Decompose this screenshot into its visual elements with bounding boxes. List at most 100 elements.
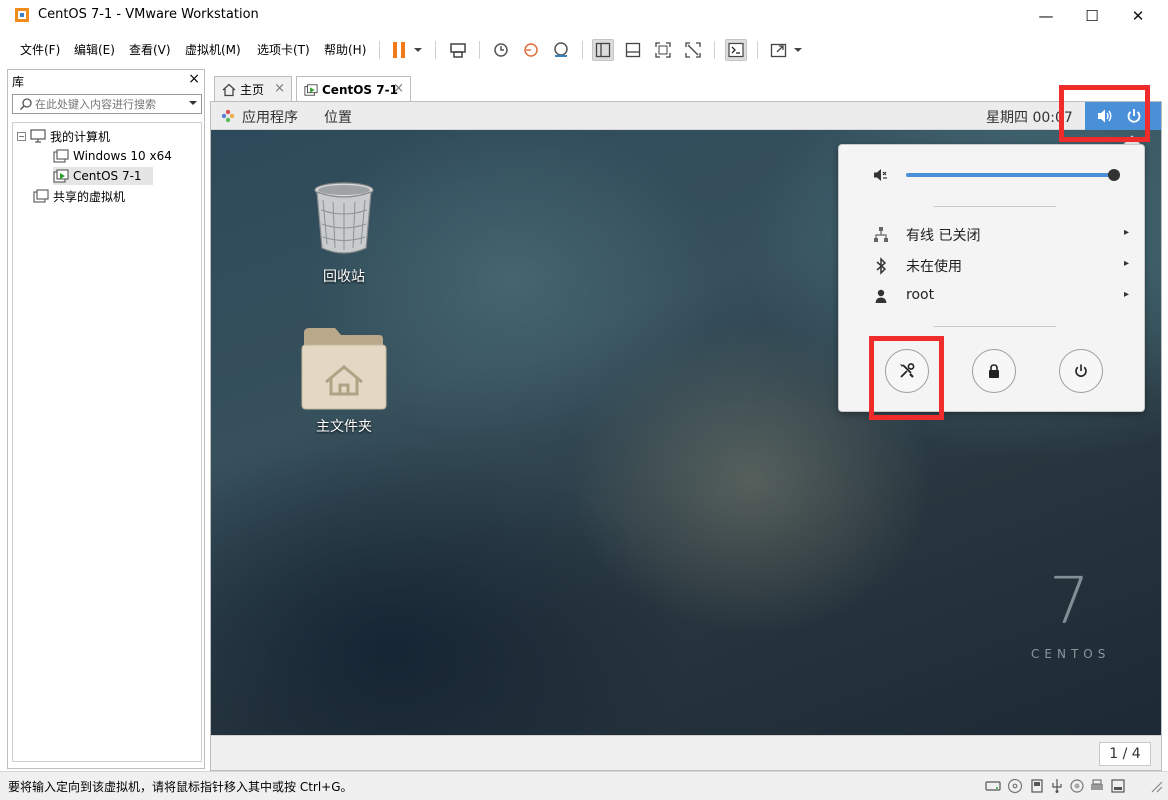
places-menu[interactable]: 位置 — [324, 107, 352, 127]
menu-vm[interactable]: 虚拟机(M) — [185, 41, 241, 58]
tab-strip: 主页 × CentOS 7-1 × — [211, 72, 1161, 102]
library-close-icon[interactable]: × — [188, 71, 200, 87]
user-icon — [875, 289, 887, 303]
vmware-logo-icon — [15, 8, 29, 22]
desktop-icon-trash[interactable]: 回收站 — [289, 180, 399, 290]
revert-snapshot-icon[interactable] — [520, 39, 542, 61]
submenu-arrow-icon: ▸ — [1123, 258, 1129, 269]
tree-label-centos-vm: CentOS 7-1 — [73, 169, 142, 183]
pause-icon[interactable] — [388, 39, 410, 61]
user-item[interactable]: root ▸ — [869, 285, 1129, 309]
home-icon — [222, 83, 236, 96]
printer-icon[interactable] — [1089, 778, 1105, 794]
menu-tabs[interactable]: 选项卡(T) — [257, 41, 310, 58]
bluetooth-icon — [876, 257, 887, 275]
home-folder-icon — [301, 328, 387, 410]
tree-item-windows-vm[interactable]: Windows 10 x64 — [53, 147, 193, 165]
tree-item-shared-vms[interactable]: 共享的虚拟机 — [33, 187, 193, 205]
wired-network-item[interactable]: 有线 已关闭 ▸ — [869, 223, 1129, 247]
user-label: root — [906, 287, 935, 303]
tab-centos[interactable]: CentOS 7-1 × — [296, 76, 411, 102]
library-title: 库 — [12, 75, 25, 89]
highlight-status-area — [1059, 85, 1150, 142]
cd-dvd-icon[interactable] — [1007, 778, 1023, 794]
trash-icon — [314, 182, 374, 254]
popup-separator — [934, 326, 1056, 327]
library-header: 库 × — [8, 70, 204, 92]
status-message: 要将输入定向到该虚拟机，请将鼠标指针移入其中或按 Ctrl+G。 — [8, 780, 353, 794]
gnome-top-bar: 应用程序 位置 星期四 00:07 — [211, 102, 1161, 130]
power-off-button[interactable] — [1059, 349, 1103, 393]
collapse-icon[interactable]: − — [17, 131, 26, 141]
tab-home[interactable]: 主页 × — [214, 76, 292, 102]
show-library-icon[interactable] — [592, 39, 614, 61]
bluetooth-item[interactable]: 未在使用 ▸ — [869, 254, 1129, 278]
applications-menu[interactable]: 应用程序 — [242, 107, 298, 127]
library-panel: 库 × − 我的计算机 Windows 10 x64 CentOS 7-1 共享… — [7, 69, 205, 769]
usb-icon[interactable] — [1049, 778, 1065, 794]
snapshot-icon[interactable] — [490, 39, 512, 61]
workspace-indicator[interactable]: 1 / 4 — [1099, 742, 1151, 766]
trash-label: 回收站 — [323, 269, 365, 285]
close-button[interactable]: ✕ — [1115, 0, 1161, 31]
menu-view[interactable]: 查看(V) — [129, 41, 171, 58]
library-search[interactable] — [12, 94, 202, 114]
pause-dropdown-icon[interactable] — [411, 39, 425, 61]
toolbar-separator — [379, 41, 380, 59]
desktop-icon-home[interactable]: 主文件夹 — [289, 325, 399, 440]
tab-centos-label: CentOS 7-1 — [322, 82, 398, 97]
shared-vm-icon — [33, 189, 49, 203]
volume-slider[interactable] — [906, 169, 1120, 181]
workspace-indicator-text: 1 / 4 — [1109, 746, 1141, 762]
minimize-icon: — — [1038, 6, 1054, 25]
resize-grip-icon[interactable] — [1148, 778, 1164, 794]
volume-muted-icon — [874, 169, 887, 181]
tree-label-windows-vm: Windows 10 x64 — [73, 149, 172, 163]
wired-network-label: 有线 已关闭 — [906, 228, 981, 244]
lock-button[interactable] — [972, 349, 1016, 393]
tree-item-my-computer[interactable]: − 我的计算机 — [13, 127, 199, 145]
menu-file[interactable]: 文件(F) — [20, 41, 60, 58]
stretch-guest-icon[interactable] — [768, 39, 790, 61]
toolbar-separator — [479, 41, 480, 59]
centos-version-mark: 7 — [1049, 565, 1090, 639]
hard-disk-icon[interactable] — [985, 778, 1001, 794]
window-titlebar: CentOS 7-1 - VMware Workstation — ☐ ✕ — [0, 0, 1168, 31]
sound-card-icon[interactable] — [1069, 778, 1085, 794]
minimize-button[interactable]: — — [1023, 0, 1069, 31]
toolbar-separator — [757, 41, 758, 59]
submenu-arrow-icon: ▸ — [1123, 289, 1129, 300]
running-vm-icon — [304, 83, 318, 96]
window-title: CentOS 7-1 - VMware Workstation — [38, 7, 259, 22]
maximize-button[interactable]: ☐ — [1069, 0, 1115, 31]
send-ctrl-alt-del-icon[interactable] — [447, 39, 469, 61]
library-search-input[interactable] — [35, 96, 183, 112]
library-tree: − 我的计算机 Windows 10 x64 CentOS 7-1 共享的虚拟机 — [12, 122, 202, 762]
snapshot-manager-icon[interactable] — [550, 39, 572, 61]
vm-icon — [53, 149, 69, 163]
unity-mode-icon[interactable] — [682, 39, 704, 61]
display-icon[interactable] — [1110, 778, 1126, 794]
tree-item-centos-vm[interactable]: CentOS 7-1 — [53, 167, 153, 185]
gnome-foot-icon — [221, 109, 235, 123]
computer-icon — [30, 129, 46, 143]
submenu-arrow-icon: ▸ — [1123, 227, 1129, 238]
guest-bottom-bar: 1 / 4 — [211, 735, 1161, 770]
menu-toolbar: 文件(F) 编辑(E) 查看(V) 虚拟机(M) 选项卡(T) 帮助(H) — [0, 31, 1168, 69]
tab-centos-close-icon[interactable]: × — [393, 81, 404, 96]
menu-help[interactable]: 帮助(H) — [324, 41, 366, 58]
volume-slider-knob[interactable] — [1108, 169, 1120, 181]
network-adapter-icon[interactable] — [1029, 778, 1045, 794]
menu-edit[interactable]: 编辑(E) — [74, 41, 115, 58]
toolbar-separator — [714, 41, 715, 59]
console-view-icon[interactable] — [725, 39, 747, 61]
tab-home-close-icon[interactable]: × — [274, 81, 285, 96]
thumbnail-bar-icon[interactable] — [622, 39, 644, 61]
running-vm-icon — [53, 169, 69, 183]
centos-wordmark: CENTOS — [1031, 647, 1111, 661]
power-icon — [1075, 364, 1087, 377]
fullscreen-icon[interactable] — [652, 39, 674, 61]
stretch-dropdown-icon[interactable] — [791, 39, 805, 61]
highlight-settings-button — [869, 336, 944, 420]
search-dropdown-icon[interactable] — [188, 97, 198, 109]
